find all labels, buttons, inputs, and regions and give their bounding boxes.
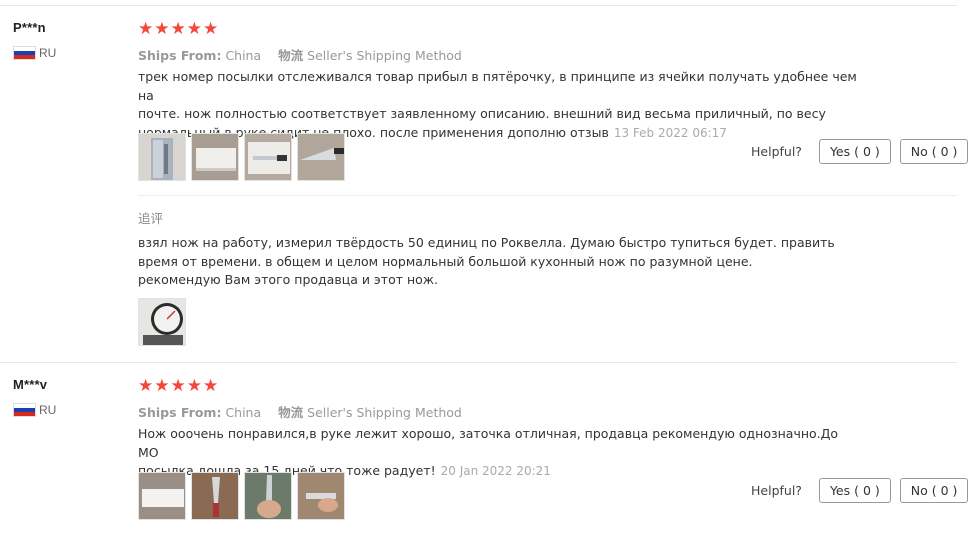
review-photo[interactable] (244, 472, 292, 520)
logistics-label: 物流 (278, 405, 304, 420)
star-rating: ★ ★ ★ ★ ★ (138, 20, 218, 38)
star-icon: ★ (170, 19, 186, 38)
reviewer-name: P***n (13, 20, 46, 35)
reviewer-country: RU (13, 403, 56, 417)
review-text-line: рекомендую Вам этого продавца и этот нож… (138, 272, 439, 287)
review-text-line: взял нож на работу, измерил твёрдость 50… (138, 235, 835, 250)
review-date: 13 Feb 2022 06:17 (613, 125, 727, 140)
knife-on-table-photo (192, 473, 238, 519)
review-photo[interactable] (138, 298, 186, 346)
knife-closeup-photo (298, 473, 344, 519)
additional-review-text: взял нож на работу, измерил твёрдость 50… (138, 234, 858, 290)
review-photos (138, 472, 345, 520)
ships-from-label: Ships From: (138, 48, 222, 63)
knife-in-box-photo (139, 134, 185, 180)
open-box-photo (245, 134, 291, 180)
star-icon: ★ (154, 376, 170, 395)
helpful-label: Helpful? (751, 144, 802, 159)
star-icon: ★ (203, 376, 219, 395)
white-package-photo (139, 473, 185, 519)
shipping-info: Ships From: China 物流 Seller's Shipping M… (138, 402, 462, 421)
knife-in-hand-photo (245, 473, 291, 519)
additional-review-photos (138, 298, 186, 346)
review-date: 20 Jan 2022 20:21 (440, 464, 551, 478)
helpful-section: Helpful? Yes ( 0 ) No ( 0 ) (751, 478, 969, 503)
additional-review-divider (138, 195, 957, 196)
review-text-line: время от времени. в общем и целом нормал… (138, 253, 753, 269)
hardness-tester-photo (139, 299, 185, 345)
helpful-yes-button[interactable]: Yes ( 0 ) (818, 478, 891, 503)
review-text-line: почте. нож полностью соответствует заявл… (138, 106, 826, 121)
russia-flag-icon (13, 403, 36, 417)
star-rating: ★ ★ ★ ★ ★ (138, 377, 218, 395)
review-divider (0, 362, 957, 363)
ships-from-value: China (225, 48, 262, 63)
shipping-method: Seller's Shipping Method (307, 405, 462, 420)
helpful-no-button[interactable]: No ( 0 ) (899, 478, 969, 503)
ships-from-label: Ships From: (138, 405, 222, 420)
shipping-method: Seller's Shipping Method (307, 48, 462, 63)
white-box-photo (192, 134, 238, 180)
country-code: RU (39, 403, 57, 417)
helpful-label: Helpful? (751, 483, 802, 498)
logistics-label: 物流 (278, 48, 304, 63)
star-icon: ★ (154, 19, 170, 38)
star-icon: ★ (138, 19, 154, 38)
country-code: RU (39, 46, 57, 60)
reviewer-name: M***v (13, 377, 48, 392)
knife-blade-photo (298, 134, 344, 180)
review-photo[interactable] (297, 133, 345, 181)
star-icon: ★ (138, 376, 154, 395)
review-photo[interactable] (191, 472, 239, 520)
ships-from-value: China (225, 405, 262, 420)
review-photo[interactable] (191, 133, 239, 181)
star-icon: ★ (186, 376, 202, 395)
helpful-yes-button[interactable]: Yes ( 0 ) (818, 139, 891, 164)
reviewer-country: RU (13, 46, 56, 60)
russia-flag-icon (13, 46, 36, 60)
star-icon: ★ (170, 376, 186, 395)
review-photo[interactable] (244, 133, 292, 181)
review-photo[interactable] (138, 472, 186, 520)
shipping-info: Ships From: China 物流 Seller's Shipping M… (138, 45, 462, 64)
review-photo[interactable] (138, 133, 186, 181)
additional-review-title: 追评 (138, 211, 164, 226)
review-text: трек номер посылки отслеживался товар пр… (138, 68, 858, 142)
helpful-no-button[interactable]: No ( 0 ) (899, 139, 969, 164)
helpful-section: Helpful? Yes ( 0 ) No ( 0 ) (751, 139, 969, 164)
review-text-line: трек номер посылки отслеживался товар пр… (138, 69, 857, 103)
review-photos (138, 133, 345, 181)
star-icon: ★ (203, 19, 219, 38)
review-text-line: Нож ооочень понравился,в руке лежит хоро… (138, 426, 839, 460)
top-divider (0, 5, 957, 6)
star-icon: ★ (186, 19, 202, 38)
review-photo[interactable] (297, 472, 345, 520)
